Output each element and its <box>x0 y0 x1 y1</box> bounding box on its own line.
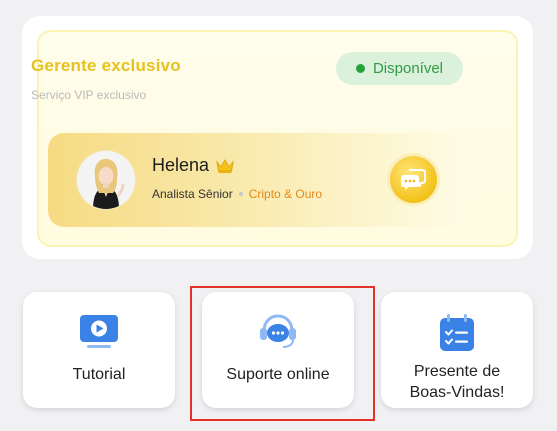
vip-title: Gerente exclusivo <box>31 56 181 75</box>
tutorial-label: Tutorial <box>72 366 126 383</box>
manager-card[interactable]: Helena Analista Sênior Cripto & Ouro <box>48 133 468 227</box>
calendar-checklist-icon <box>438 313 476 358</box>
tutorial-tile[interactable]: Tutorial <box>23 292 175 408</box>
status-dot-icon <box>355 64 365 73</box>
manager-role: Analista Sênior <box>152 187 233 201</box>
manager-specialty: Cripto & Ouro <box>248 187 323 201</box>
vip-subtitle: Serviço VIP exclusivo <box>31 88 147 102</box>
welcome-gift-tile[interactable]: Presente de Boas-Vindas! <box>381 292 533 408</box>
status-label: Disponível <box>372 60 444 77</box>
welcome-gift-label-line2: Boas-Vindas! <box>409 384 505 401</box>
welcome-gift-label-line1: Presente de <box>413 363 501 380</box>
video-icon <box>79 313 119 356</box>
manager-role-row: Analista Sênior Cripto & Ouro <box>152 187 322 201</box>
chat-button[interactable] <box>390 156 437 203</box>
online-support-label: Suporte online <box>226 366 330 383</box>
online-support-tile[interactable]: Suporte online <box>202 292 354 408</box>
status-badge: Disponível <box>336 52 463 85</box>
chat-bubbles-icon <box>401 169 426 190</box>
separator-dot <box>238 192 243 196</box>
headset-icon <box>257 313 299 356</box>
manager-name: Helena <box>152 155 210 175</box>
crown-icon <box>215 158 235 174</box>
avatar <box>77 151 135 209</box>
manager-name-row: Helena <box>152 155 235 176</box>
